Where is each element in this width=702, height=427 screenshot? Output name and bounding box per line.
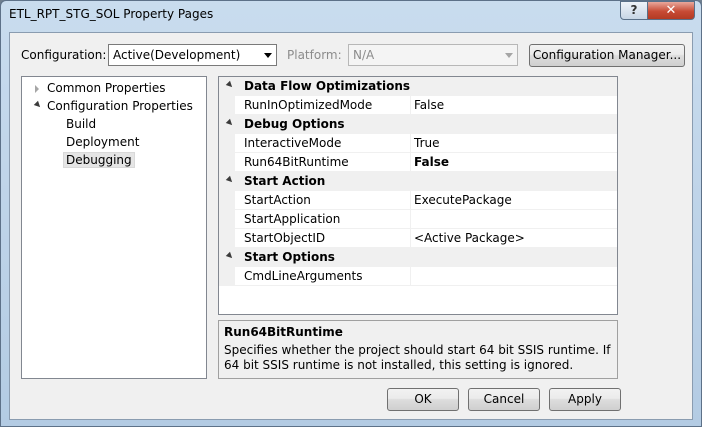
category-label: Start Options [244,250,335,264]
property-value[interactable]: False [414,155,449,169]
column-divider [410,210,411,229]
column-divider [410,229,411,248]
row-gutter [219,134,235,153]
collapse-arrow-icon[interactable] [225,80,235,90]
expand-arrow-icon[interactable] [35,85,39,93]
category-label: Debug Options [244,117,345,131]
column-divider [410,134,411,153]
category-row[interactable]: Debug Options [219,115,617,134]
row-gutter [219,191,235,210]
tree-item-configuration-properties[interactable]: Configuration Properties [47,99,193,113]
column-divider [410,191,411,210]
tree-item-build[interactable]: Build [66,117,96,131]
column-divider [410,96,411,115]
property-value[interactable]: <Active Package> [414,231,525,245]
cancel-button[interactable]: Cancel [468,388,540,411]
configuration-value: Active(Development) [113,48,241,62]
property-value[interactable]: True [414,136,440,150]
ok-button[interactable]: OK [387,388,459,411]
description-pane: Run64BitRuntime Specifies whether the pr… [218,320,618,379]
property-name: StartAction [244,193,311,207]
tree-item-common-properties[interactable]: Common Properties [47,81,166,95]
property-name: Run64BitRuntime [244,155,349,169]
category-label: Start Action [244,174,326,188]
column-divider [410,267,411,286]
category-label: Data Flow Optimizations [244,79,411,93]
property-grid: Data Flow Optimizations RunInOptimizedMo… [218,76,618,315]
property-name: InteractiveMode [244,136,342,150]
category-tree[interactable]: Common Properties Configuration Properti… [21,76,207,379]
collapse-arrow-icon[interactable] [225,118,235,128]
property-name: StartObjectID [244,231,326,245]
configuration-dropdown[interactable]: Active(Development) [108,44,277,66]
property-row[interactable]: CmdLineArguments [219,267,617,286]
property-pages-window: ETL_RPT_STG_SOL Property Pages ? ✕ Confi… [0,0,702,427]
platform-dropdown[interactable]: N/A [348,44,518,66]
property-row[interactable]: StartApplication [219,210,617,229]
row-gutter [219,153,235,172]
help-button[interactable]: ? [620,1,648,20]
configuration-manager-button[interactable]: Configuration Manager... [529,44,685,67]
platform-value: N/A [353,48,375,62]
row-gutter [219,267,235,286]
tree-item-deployment[interactable]: Deployment [66,135,139,149]
property-value[interactable]: False [414,98,444,112]
property-row[interactable]: Run64BitRuntime False [219,153,617,172]
window-title: ETL_RPT_STG_SOL Property Pages [9,7,214,21]
category-row[interactable]: Start Action [219,172,617,191]
property-name: StartApplication [244,212,341,226]
apply-button[interactable]: Apply [549,388,621,411]
title-bar[interactable]: ETL_RPT_STG_SOL Property Pages ? ✕ [1,1,701,31]
collapse-arrow-icon[interactable] [33,100,43,110]
dialog-client-area: Configuration: Active(Development) Platf… [9,32,693,420]
row-gutter [219,210,235,229]
close-icon: ✕ [665,3,677,18]
property-value[interactable]: ExecutePackage [414,193,512,207]
chevron-down-icon [505,53,513,58]
row-gutter [219,96,235,115]
category-row[interactable]: Start Options [219,248,617,267]
platform-label: Platform: [287,48,342,62]
close-button[interactable]: ✕ [647,1,695,20]
property-name: CmdLineArguments [244,269,363,283]
category-row[interactable]: Data Flow Optimizations [219,77,617,96]
chevron-down-icon [264,53,272,58]
description-title: Run64BitRuntime [224,325,343,339]
tree-item-debugging[interactable]: Debugging [63,152,135,168]
property-row[interactable]: StartAction ExecutePackage [219,191,617,210]
property-name: RunInOptimizedMode [244,98,373,112]
description-text: Specifies whether the project should sta… [224,343,611,372]
collapse-arrow-icon[interactable] [225,251,235,261]
property-row[interactable]: StartObjectID <Active Package> [219,229,617,248]
property-row[interactable]: InteractiveMode True [219,134,617,153]
column-divider [410,153,411,172]
row-gutter [219,229,235,248]
property-row[interactable]: RunInOptimizedMode False [219,96,617,115]
configuration-label: Configuration: [21,48,107,62]
row-divider [235,285,617,286]
collapse-arrow-icon[interactable] [225,175,235,185]
